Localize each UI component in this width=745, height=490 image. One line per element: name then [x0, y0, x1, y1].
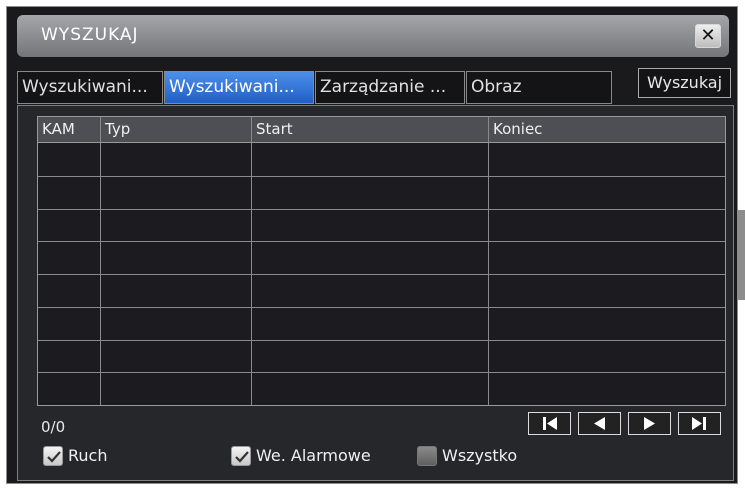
last-page-button[interactable] — [678, 412, 721, 435]
table-row-divider — [38, 209, 725, 210]
table-row-divider — [38, 176, 725, 177]
table-row-divider — [38, 340, 725, 341]
filter-all-label: Wszystko — [442, 446, 518, 465]
column-header-typ[interactable]: Typ — [101, 117, 251, 142]
header-divider — [488, 117, 489, 142]
header-divider — [251, 117, 252, 142]
tab-search-1[interactable]: Wyszukiwani... — [17, 71, 163, 104]
search-button[interactable]: Wyszukaj — [638, 68, 731, 98]
next-page-icon — [644, 417, 655, 430]
filter-motion-label: Ruch — [68, 446, 108, 465]
checkbox-unchecked-icon[interactable] — [417, 446, 437, 466]
table-row-divider — [38, 307, 725, 308]
result-count: 0/0 — [41, 418, 66, 436]
next-page-button[interactable] — [628, 412, 671, 435]
tab-search-2[interactable]: Wyszukiwani... — [164, 71, 314, 104]
close-button[interactable]: ✕ — [695, 24, 721, 48]
column-header-koniec[interactable]: Koniec — [489, 117, 725, 142]
header-divider — [100, 117, 101, 142]
dialog-title: WYSZUKAJ — [41, 25, 139, 45]
tab-image[interactable]: Obraz — [466, 71, 612, 104]
checkbox-checked-icon[interactable] — [43, 446, 63, 466]
title-bar: WYSZUKAJ ✕ — [17, 15, 729, 57]
results-table: KAM Typ Start Koniec — [37, 116, 726, 406]
search-dialog: WYSZUKAJ ✕ Wyszukiwani... Wyszukiwani...… — [6, 6, 738, 484]
prev-page-button[interactable] — [578, 412, 621, 435]
first-page-icon — [543, 417, 557, 430]
first-page-button[interactable] — [528, 412, 571, 435]
column-header-kam[interactable]: KAM — [38, 117, 100, 142]
results-panel: KAM Typ Start Koniec 0/0 Ruch We. Alarmo… — [17, 105, 734, 481]
column-header-start[interactable]: Start — [252, 117, 488, 142]
filter-alarm-input-label: We. Alarmowe — [256, 446, 371, 465]
table-row-divider — [38, 241, 725, 242]
tab-management[interactable]: Zarządzanie ... — [315, 71, 465, 104]
side-handle[interactable] — [738, 210, 745, 300]
prev-page-icon — [594, 417, 605, 430]
checkbox-checked-icon[interactable] — [231, 446, 251, 466]
table-row-divider — [38, 372, 725, 373]
table-row-divider — [38, 274, 725, 275]
table-body[interactable] — [37, 143, 726, 406]
table-header: KAM Typ Start Koniec — [37, 116, 726, 143]
last-page-icon — [692, 417, 706, 430]
